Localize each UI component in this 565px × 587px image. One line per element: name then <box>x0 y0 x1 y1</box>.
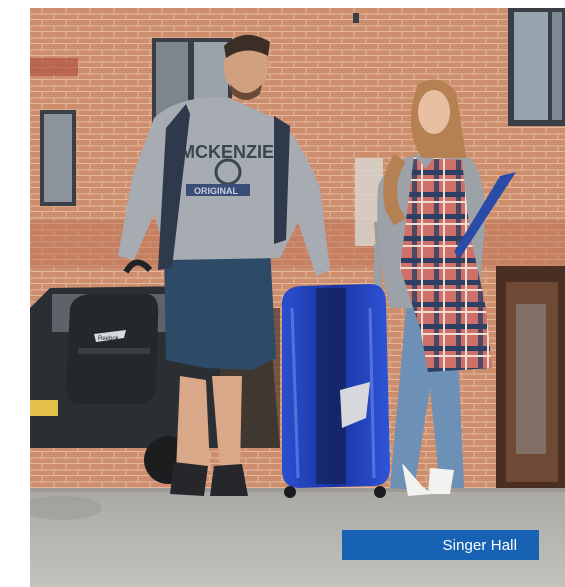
hero-photo: MCKENZIE ORIGINAL Reebok <box>30 8 565 587</box>
svg-text:ORIGINAL: ORIGINAL <box>194 186 239 196</box>
doorway <box>496 266 565 493</box>
window-top-right <box>508 8 565 126</box>
caption-text: Singer Hall <box>442 536 517 554</box>
caption-banner: Singer Hall <box>342 530 539 560</box>
svg-text:Reebok: Reebok <box>98 336 120 342</box>
window-left <box>40 110 76 206</box>
